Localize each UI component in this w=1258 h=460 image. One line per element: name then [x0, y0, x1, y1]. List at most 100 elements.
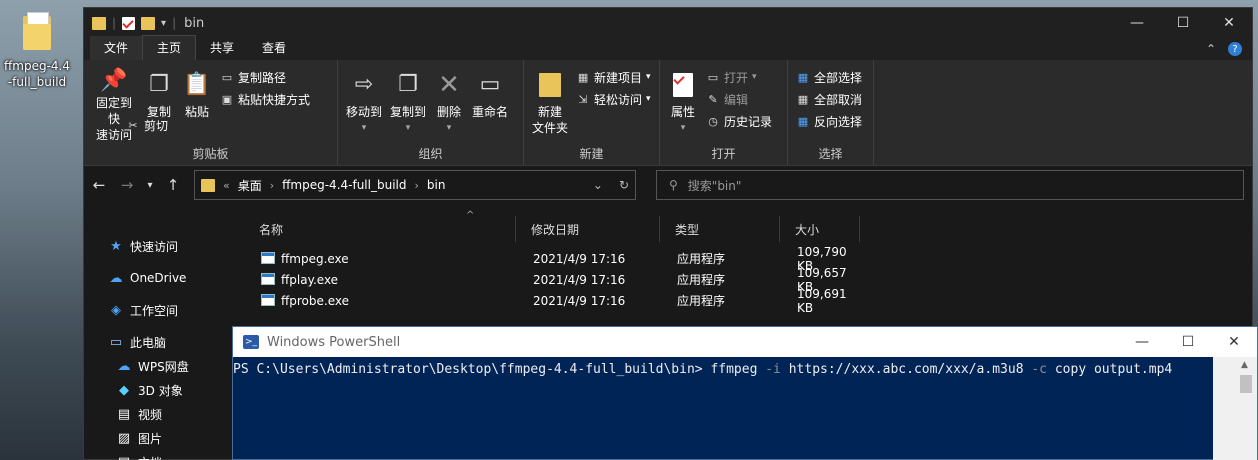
quick-access-toolbar: | ▾ | — [84, 16, 176, 30]
tab-view[interactable]: 查看 — [248, 36, 300, 60]
invert-selection-button[interactable]: ▦ 反向选择 — [796, 112, 862, 130]
rename-button[interactable]: ▭ 重命名 — [468, 64, 512, 145]
new-item-button[interactable]: ▦ 新建项目 ▾ — [576, 68, 651, 86]
folder-icon — [92, 16, 106, 30]
nav-wps[interactable]: ☁ WPS网盘 — [84, 354, 244, 378]
paste-shortcut-button[interactable]: ▣ 粘贴快捷方式 — [220, 90, 310, 108]
back-button[interactable]: ← — [88, 176, 110, 194]
invert-selection-icon: ▦ — [797, 114, 809, 128]
ribbon: 📌 固定到快 速访问 ❐ 复制 📋 粘贴 ▭ 复制路径 ▣ 粘贴快捷方式 ✂ 剪切 剪… — [84, 60, 1252, 166]
nav-quick-access[interactable]: ★ 快速访问 — [84, 234, 244, 258]
close-button[interactable]: ✕ — [1206, 8, 1252, 38]
history-icon: ◷ — [708, 114, 718, 128]
cloud-icon: ☁ — [117, 358, 131, 374]
forward-button[interactable]: → — [116, 176, 138, 194]
properties-button[interactable]: 属性 ▾ — [664, 64, 702, 145]
breadcrumb-desktop[interactable]: 桌面 — [238, 177, 262, 194]
workspace-icon: ◈ — [111, 302, 121, 318]
properties-qat-icon[interactable] — [122, 16, 136, 30]
breadcrumb-ffmpeg[interactable]: ffmpeg-4.4-full_build — [282, 178, 406, 192]
copy-to-icon: ❐ — [398, 72, 418, 97]
computer-icon: ▭ — [109, 334, 123, 350]
nav-videos[interactable]: ▤ 视频 — [84, 402, 244, 426]
group-label-clipboard: 剪贴板 — [192, 147, 229, 161]
column-type[interactable]: 类型 — [660, 216, 780, 242]
console-scrollbar[interactable]: ▲ — [1213, 357, 1257, 460]
column-size[interactable]: 大小 — [780, 216, 860, 242]
navigation-bar: ← → ▾ ↑ « 桌面 › ffmpeg-4.4-full_build › b… — [84, 166, 1252, 204]
picture-icon: ▨ — [117, 430, 131, 446]
open-button[interactable]: ▭ 打开 ▾ — [706, 68, 772, 86]
nav-workspace[interactable]: ◈ 工作空间 — [84, 298, 244, 322]
tab-file[interactable]: 文件 — [90, 36, 143, 60]
nav-documents[interactable]: ▤文档 — [84, 450, 244, 460]
nav-onedrive[interactable]: ☁ OneDrive — [84, 266, 244, 290]
exe-icon — [261, 272, 275, 285]
pin-icon: 📌 — [100, 67, 128, 93]
new-folder-button[interactable]: 新建 文件夹 — [528, 64, 572, 145]
desktop-icon-label: ffmpeg-4.4-full_build — [4, 59, 70, 89]
help-icon[interactable]: ? — [1228, 42, 1242, 56]
video-icon: ▤ — [117, 406, 131, 422]
document-icon: ▤ — [116, 454, 132, 460]
history-button[interactable]: ◷ 历史记录 — [706, 112, 772, 130]
copy-path-button[interactable]: ▭ 复制路径 — [220, 68, 310, 86]
minimize-button[interactable]: — — [1114, 8, 1160, 38]
up-button[interactable]: ↑ — [162, 176, 184, 194]
window-title: bin — [184, 15, 205, 31]
cloud-icon: ☁ — [109, 270, 123, 286]
ps-close-button[interactable]: ✕ — [1211, 334, 1257, 350]
easy-access-button[interactable]: ⇲ 轻松访问 ▾ — [576, 90, 650, 108]
select-all-button[interactable]: ▦ 全部选择 — [796, 68, 862, 86]
customize-qat-icon[interactable]: ▾ — [161, 18, 166, 29]
desktop-folder-ffmpeg[interactable]: ffmpeg-4.4-full_build — [0, 10, 74, 90]
copy-path-icon: ▭ — [221, 70, 233, 84]
address-bar[interactable]: « 桌面 › ffmpeg-4.4-full_build › bin ⌄ ↻ — [194, 170, 636, 200]
tab-home[interactable]: 主页 — [142, 35, 197, 60]
move-to-button[interactable]: ⇨ 移动到 ▾ — [342, 64, 386, 145]
breadcrumb-bin[interactable]: bin — [427, 178, 446, 192]
ps-maximize-button[interactable]: ☐ — [1165, 334, 1211, 350]
console-url: https://xxx.abc.com/xxx/a.m3u8 — [788, 362, 1024, 377]
scroll-up-icon[interactable]: ▲ — [1241, 360, 1248, 370]
paste-icon: 📋 — [183, 72, 211, 97]
refresh-icon[interactable]: ↻ — [619, 178, 629, 192]
nav-this-pc[interactable]: ▭ 此电脑 — [84, 330, 244, 354]
edit-icon: ✎ — [708, 92, 718, 106]
nav-3d-objects[interactable]: ◆ 3D 对象 — [84, 378, 244, 402]
column-name[interactable]: 名称 — [244, 216, 516, 242]
recent-locations-button[interactable]: ▾ — [144, 180, 156, 191]
new-folder-qat-icon[interactable] — [141, 16, 156, 30]
file-row[interactable]: ffprobe.exe 2021/4/9 17:16 应用程序 109,691 … — [244, 287, 944, 315]
delete-button[interactable]: ✕ 删除 ▾ — [430, 64, 468, 145]
maximize-button[interactable]: ☐ — [1160, 8, 1206, 38]
edit-button[interactable]: ✎ 编辑 — [706, 90, 772, 108]
powershell-title-bar: >_ Windows PowerShell — ☐ ✕ — [233, 327, 1257, 357]
console-output[interactable]: PS C:\Users\Administrator\Desktop\ffmpeg… — [233, 357, 1257, 379]
move-to-icon: ⇨ — [354, 72, 374, 97]
delete-icon: ✕ — [438, 70, 460, 100]
powershell-icon: >_ — [243, 335, 259, 349]
title-bar: | ▾ | bin — ☐ ✕ — [84, 8, 1252, 38]
cube-icon: ◆ — [119, 382, 129, 398]
copy-to-button[interactable]: ❐ 复制到 ▾ — [386, 64, 430, 145]
collapse-ribbon-icon[interactable]: ⌃ — [1206, 42, 1216, 56]
exe-icon — [261, 293, 275, 306]
powershell-title: Windows PowerShell — [267, 334, 401, 350]
rename-icon: ▭ — [479, 72, 501, 97]
column-date[interactable]: 修改日期 — [516, 216, 660, 242]
search-input[interactable]: ⚲ 搜索"bin" — [656, 170, 1244, 200]
group-label-open: 打开 — [711, 147, 736, 161]
ps-minimize-button[interactable]: — — [1119, 334, 1165, 350]
address-dropdown-icon[interactable]: ⌄ — [593, 178, 603, 192]
group-label-select: 选择 — [818, 147, 843, 161]
cut-button[interactable]: ✂ 剪切 — [126, 116, 310, 134]
group-label-organize: 组织 — [418, 147, 443, 161]
scroll-thumb[interactable] — [1240, 375, 1252, 393]
nav-pictures[interactable]: ▨ 图片 — [84, 426, 244, 450]
console-flag-i: -i — [765, 362, 781, 377]
new-item-icon: ▦ — [577, 70, 589, 84]
select-none-button[interactable]: ▦ 全部取消 — [796, 90, 862, 108]
tab-share[interactable]: 共享 — [196, 36, 248, 60]
console-args: copy output.mp4 — [1054, 362, 1173, 377]
